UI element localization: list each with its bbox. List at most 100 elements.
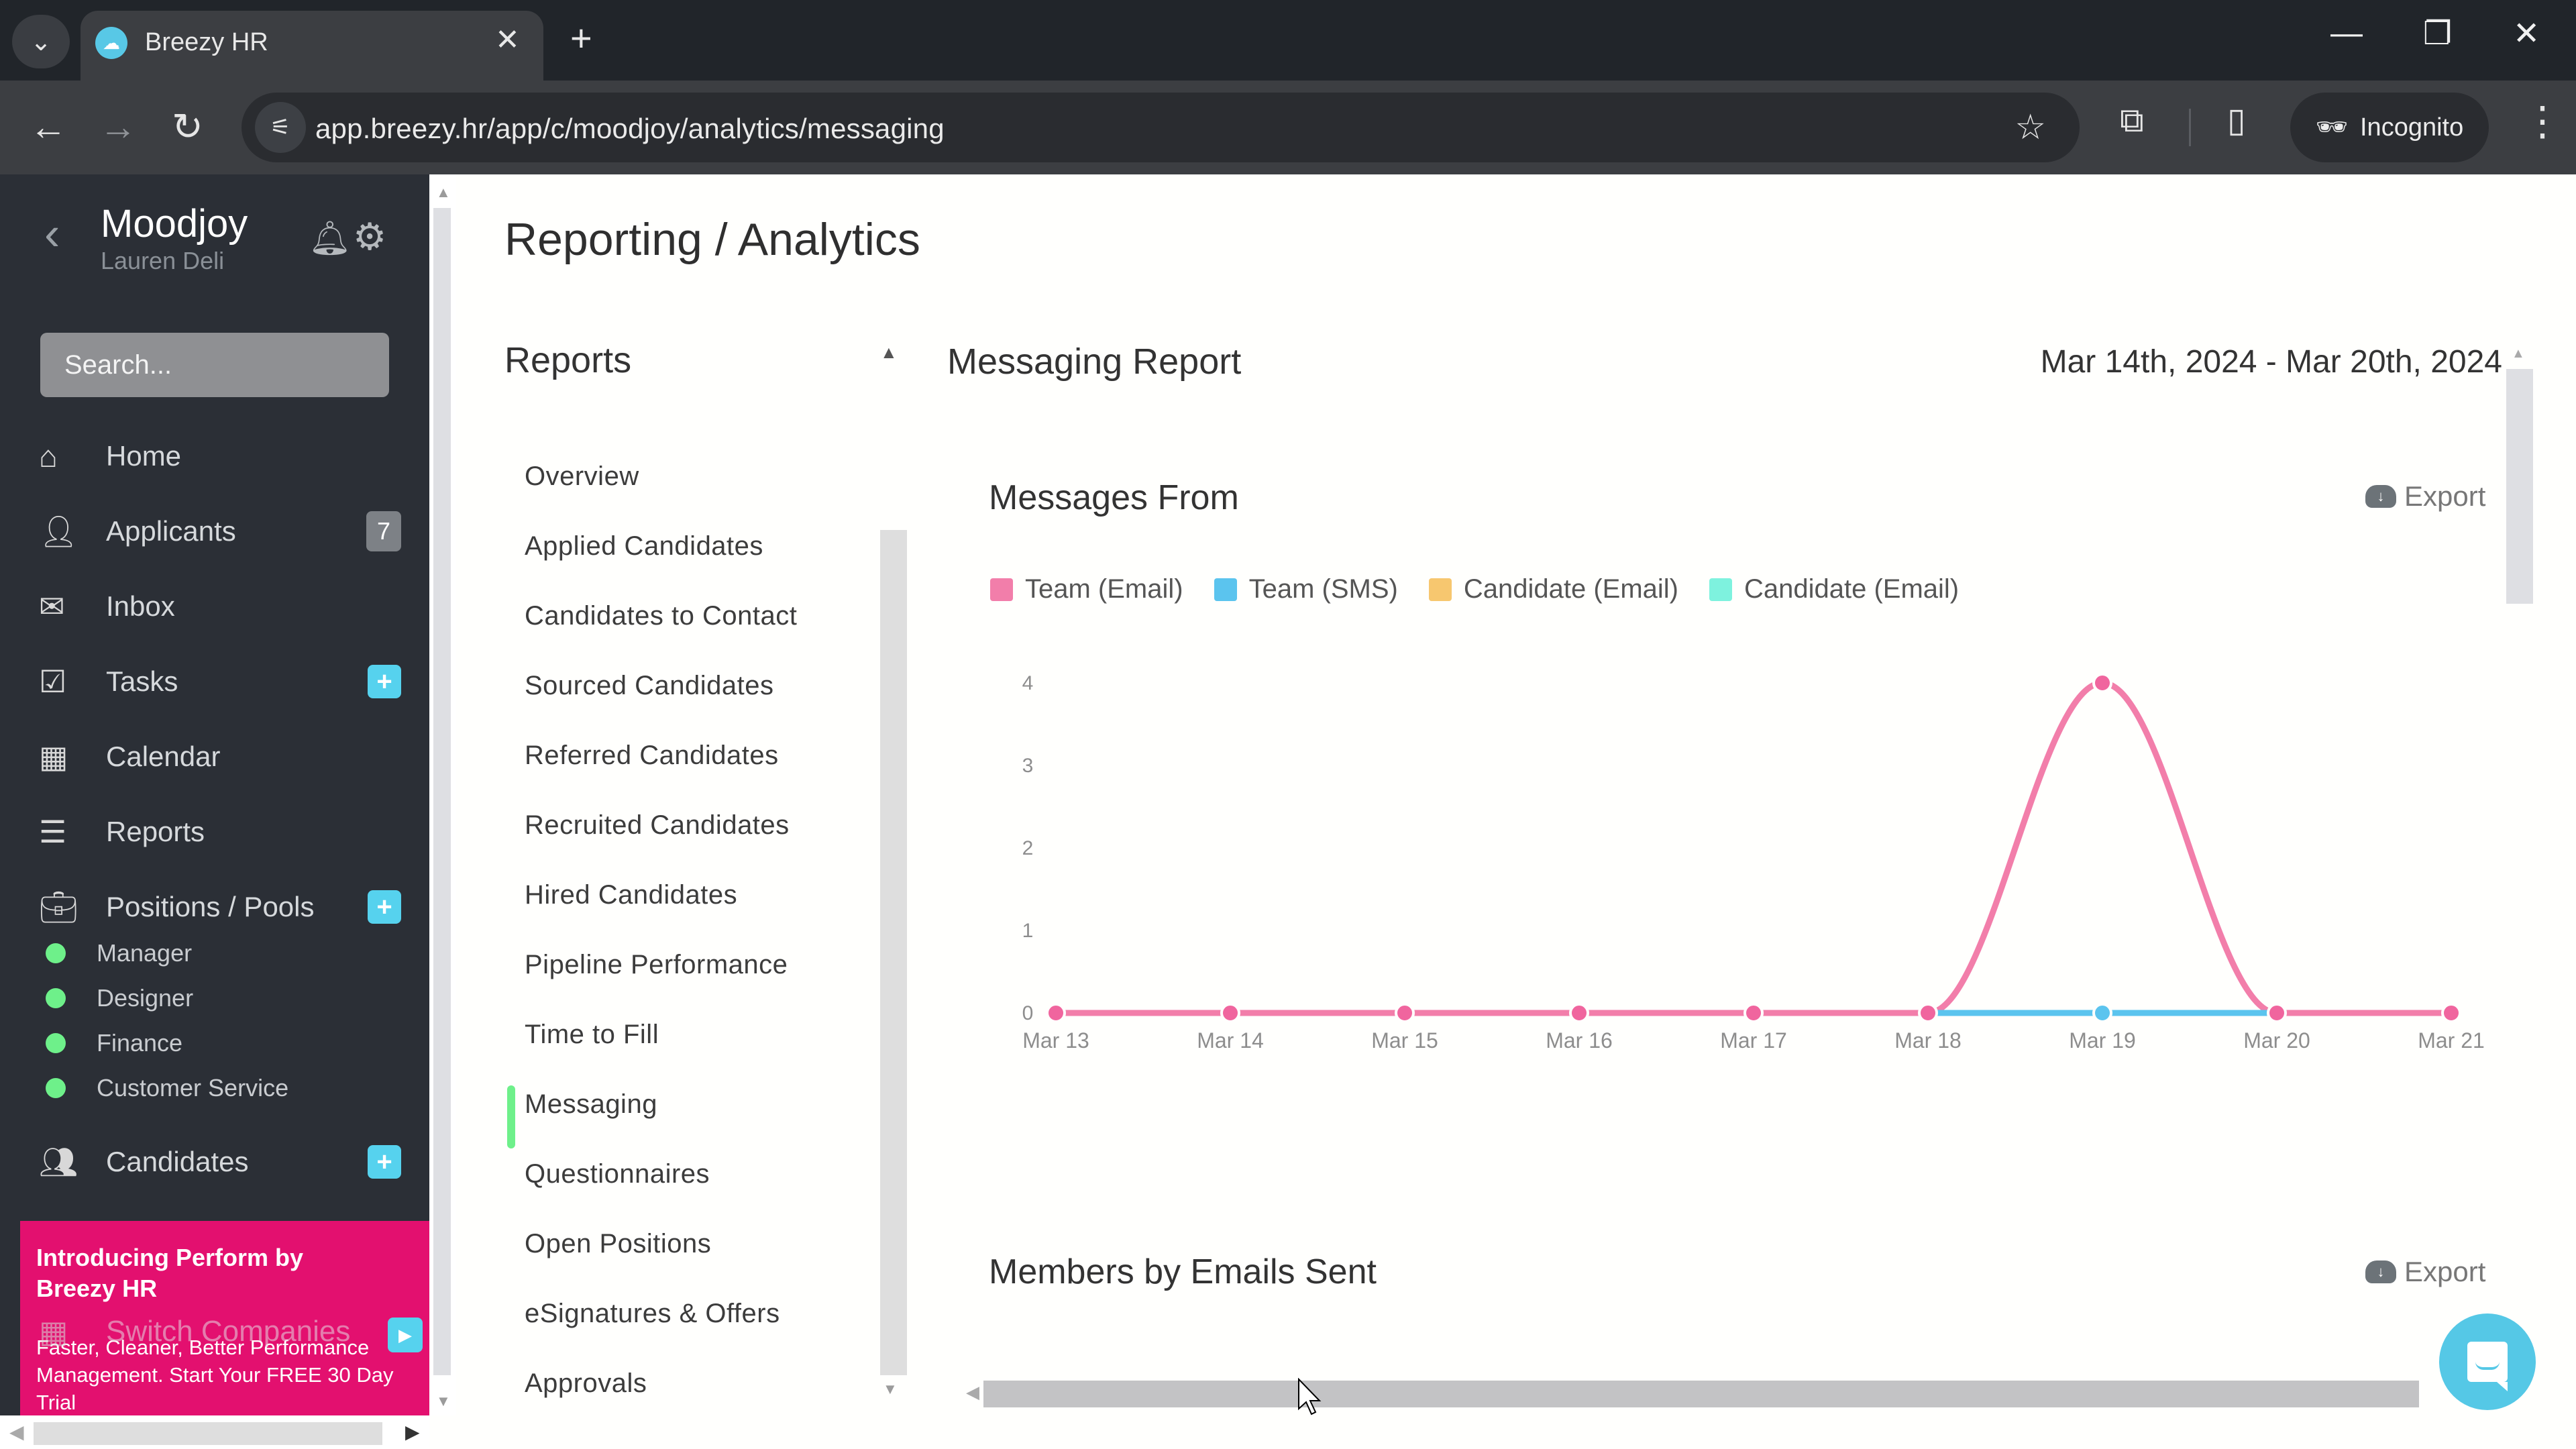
- report-nav-item-sourced-candidates[interactable]: Sourced Candidates: [507, 651, 883, 720]
- x-tick-label: Mar 18: [1894, 1028, 1962, 1053]
- back-icon[interactable]: ←: [30, 105, 67, 148]
- report-nav-item-time-to-fill[interactable]: Time to Fill: [507, 1000, 883, 1069]
- data-point-team-email[interactable]: [2092, 673, 2112, 693]
- side-panel-icon[interactable]: ▯: [2227, 101, 2246, 140]
- sidebar-item-calendar[interactable]: ▦ Calendar: [39, 730, 401, 784]
- switch-companies-label: Switch Companies: [106, 1315, 351, 1348]
- collapse-caret-icon[interactable]: ▲: [880, 342, 898, 363]
- data-point-team-email[interactable]: [1569, 1003, 1589, 1023]
- data-point-team-email[interactable]: [1918, 1003, 1938, 1023]
- report-nav-scrollbar[interactable]: [880, 530, 907, 1375]
- messages-line-chart: 0 1 2 3 4 Mar 13 Mar 14 Mar 15 Mar 16 Mar 17 Mar 1…: [1022, 672, 2485, 1053]
- tab-search-button[interactable]: ⌄: [12, 15, 70, 68]
- new-tab-button[interactable]: +: [570, 16, 592, 60]
- sidebar-search-input[interactable]: [40, 333, 389, 397]
- scroll-left-icon[interactable]: ◀: [9, 1421, 24, 1443]
- date-range-picker[interactable]: Mar 14th, 2024 - Mar 20th, 2024: [2041, 343, 2502, 380]
- scrollbar-thumb[interactable]: [983, 1381, 2419, 1407]
- add-task-button[interactable]: +: [368, 665, 401, 698]
- legend-item[interactable]: Team (SMS): [1214, 574, 1398, 604]
- switch-companies-item[interactable]: ▦ Switch Companies: [39, 1308, 428, 1355]
- data-point-team-sms[interactable]: [2092, 1003, 2112, 1023]
- report-nav-item-hired-candidates[interactable]: Hired Candidates: [507, 860, 883, 930]
- x-tick-label: Mar 13: [1022, 1028, 1089, 1053]
- report-nav-item-pipeline-performance[interactable]: Pipeline Performance: [507, 930, 883, 1000]
- pool-item-customer-service[interactable]: Customer Service: [46, 1068, 288, 1108]
- forward-icon[interactable]: →: [99, 105, 137, 148]
- browser-menu-icon[interactable]: ⋮: [2522, 98, 2563, 145]
- sidebar-item-positions-pools[interactable]: 💼︎ Positions / Pools +: [39, 880, 401, 934]
- sidebar-item-candidates[interactable]: 👥︎ Candidates +: [39, 1135, 401, 1189]
- site-settings-icon[interactable]: ⚟: [255, 102, 306, 153]
- pool-item-manager[interactable]: Manager: [46, 933, 192, 973]
- sidebar-item-home[interactable]: ⌂ Home: [39, 429, 401, 483]
- scroll-right-icon[interactable]: ▶: [405, 1421, 420, 1443]
- bell-icon[interactable]: 🔔︎: [309, 219, 351, 258]
- sidebar-vertical-scrollbar[interactable]: ▲ ▼: [429, 174, 456, 1415]
- data-point-team-email[interactable]: [1046, 1003, 1066, 1023]
- report-nav-item-referred-candidates[interactable]: Referred Candidates: [507, 720, 883, 790]
- address-bar[interactable]: ⚟ app.breezy.hr/app/c/moodjoy/analytics/…: [241, 93, 2080, 162]
- sidebar-item-inbox[interactable]: ✉ Inbox: [39, 580, 401, 633]
- y-tick-label: 0: [1022, 1002, 1034, 1024]
- report-nav-item-esignatures-offers[interactable]: eSignatures & Offers: [507, 1279, 883, 1348]
- data-point-team-email[interactable]: [1220, 1003, 1240, 1023]
- gear-icon[interactable]: ⚙: [353, 215, 386, 259]
- legend-swatch-icon: [990, 578, 1013, 601]
- data-point-team-email[interactable]: [1743, 1003, 1764, 1023]
- reload-icon[interactable]: ↻: [172, 105, 203, 149]
- scroll-up-icon[interactable]: ▲: [2512, 346, 2525, 362]
- report-nav-item-candidates-to-contact[interactable]: Candidates to Contact: [507, 581, 883, 651]
- bookmark-star-icon[interactable]: ☆: [2015, 107, 2046, 148]
- data-point-team-email[interactable]: [2441, 1003, 2461, 1023]
- scroll-down-icon[interactable]: ▼: [883, 1381, 898, 1398]
- users-icon: 👥︎: [39, 1144, 78, 1179]
- pool-label: Customer Service: [97, 1074, 289, 1102]
- main-horizontal-scrollbar[interactable]: ◀: [966, 1375, 2536, 1409]
- sidebar-item-reports[interactable]: ☰ Reports: [39, 805, 401, 859]
- report-nav-item-approvals[interactable]: Approvals: [507, 1348, 883, 1418]
- report-nav-item-messaging[interactable]: Messaging: [507, 1069, 883, 1148]
- extensions-icon[interactable]: ⧉: [2120, 101, 2144, 140]
- legend-item[interactable]: Candidate (Email): [1428, 574, 1678, 604]
- scrollbar-thumb[interactable]: [34, 1422, 382, 1445]
- sidebar-item-applicants[interactable]: 👤︎ Applicants 7: [39, 504, 401, 558]
- scrollbar-thumb[interactable]: [433, 208, 451, 1375]
- url-text[interactable]: app.breezy.hr/app/c/moodjoy/analytics/me…: [315, 113, 945, 145]
- report-nav-item-overview[interactable]: Overview: [507, 441, 883, 511]
- minimize-icon[interactable]: —: [2330, 15, 2363, 52]
- report-nav-item-recruited-candidates[interactable]: Recruited Candidates: [507, 790, 883, 860]
- chat-support-button[interactable]: [2439, 1313, 2536, 1410]
- pool-item-designer[interactable]: Designer: [46, 978, 193, 1018]
- legend-item[interactable]: Team (Email): [990, 574, 1183, 604]
- sidebar-item-tasks[interactable]: ☑ Tasks +: [39, 655, 401, 708]
- home-icon: ⌂: [39, 439, 58, 474]
- sidebar-horizontal-scrollbar[interactable]: ◀ ▶: [0, 1415, 429, 1449]
- report-nav-item-questionnaires[interactable]: Questionnaires: [507, 1139, 883, 1209]
- back-chevron-icon[interactable]: ‹: [44, 207, 60, 260]
- scroll-down-icon[interactable]: ▼: [436, 1393, 451, 1410]
- scroll-left-icon[interactable]: ◀: [966, 1382, 979, 1403]
- close-window-icon[interactable]: ✕: [2513, 15, 2540, 52]
- report-nav-item-applied-candidates[interactable]: Applied Candidates: [507, 511, 883, 581]
- data-point-team-email[interactable]: [1395, 1003, 1415, 1023]
- data-point-team-email[interactable]: [2267, 1003, 2287, 1023]
- export-messages-button[interactable]: ↓ Export: [2365, 480, 2485, 513]
- switch-companies-arrow-button[interactable]: ▶: [388, 1318, 423, 1352]
- add-candidate-button[interactable]: +: [368, 1145, 401, 1179]
- pool-item-finance[interactable]: Finance: [46, 1023, 182, 1063]
- main-vertical-scrollbar[interactable]: [2506, 369, 2533, 604]
- report-nav-item-open-positions[interactable]: Open Positions: [507, 1209, 883, 1279]
- close-tab-icon[interactable]: ✕: [495, 23, 520, 57]
- company-name: Moodjoy: [101, 202, 248, 246]
- scroll-up-icon[interactable]: ▲: [436, 184, 451, 201]
- toolbar-divider: [2189, 109, 2191, 146]
- legend-item[interactable]: Candidate (Email): [1709, 574, 1959, 604]
- browser-tab[interactable]: ☁ Breezy HR ✕: [80, 11, 543, 80]
- reports-heading: Reports: [504, 340, 632, 380]
- checkbox-icon: ☑: [39, 664, 67, 699]
- incognito-profile-button[interactable]: 🕶 Incognito: [2290, 93, 2489, 162]
- add-position-button[interactable]: +: [368, 890, 401, 924]
- export-members-button[interactable]: ↓ Export: [2365, 1256, 2485, 1288]
- restore-icon[interactable]: ❐: [2423, 15, 2452, 52]
